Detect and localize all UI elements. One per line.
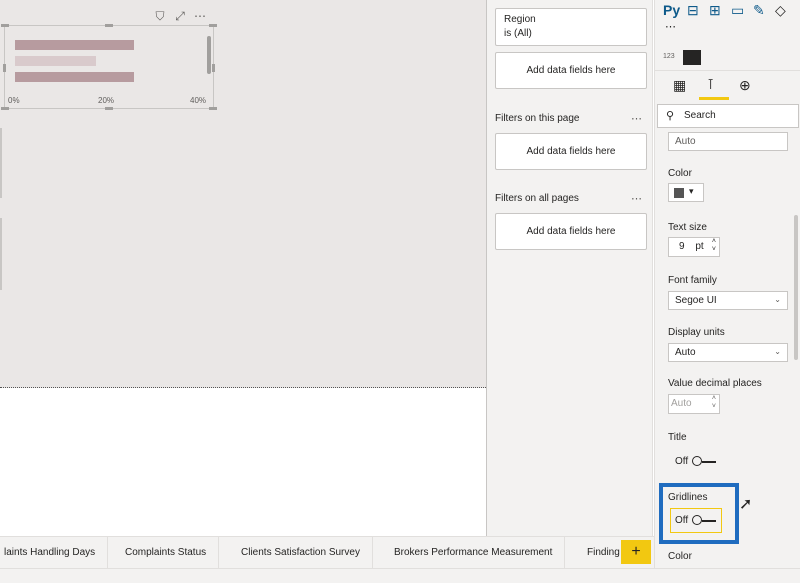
resize-handle[interactable]	[3, 64, 6, 72]
resize-handle[interactable]	[1, 107, 9, 110]
auto-field[interactable]: Auto	[668, 132, 788, 151]
font-family-dropdown[interactable]: Segoe UI ⌄	[668, 291, 788, 310]
tab-complaints-handling-days[interactable]: laints Handling Days	[0, 537, 109, 569]
toggle-switch-icon	[692, 515, 717, 526]
filter-card-region[interactable]: Region is (All)	[495, 8, 647, 46]
more-options-icon[interactable]: ⋯	[631, 112, 642, 125]
text-size-label: Text size	[668, 222, 707, 233]
more-options-icon[interactable]: ⋯	[190, 7, 210, 25]
tab-complaints-status[interactable]: Complaints Status	[113, 537, 220, 569]
add-page-button[interactable]: +	[621, 540, 651, 564]
color-picker[interactable]: ▾	[668, 183, 704, 202]
x-tick-label: 20%	[98, 96, 115, 105]
bar-mark[interactable]	[15, 40, 134, 50]
focus-mode-icon[interactable]: ⤢	[170, 7, 190, 25]
title-toggle[interactable]: Off	[675, 456, 717, 467]
color-swatch	[674, 188, 684, 198]
format-pane-scrollbar[interactable]	[794, 215, 798, 360]
canvas-visual-edge	[0, 218, 2, 290]
fields-tab-icon[interactable]: ▦	[673, 77, 686, 94]
search-icon: ⚲	[666, 110, 675, 122]
stepper-arrows-icon[interactable]: ˄ ˅	[712, 395, 716, 411]
x-tick-label: 40%	[190, 96, 207, 105]
font-family-value: Segoe UI	[675, 295, 717, 306]
tab-clients-satisfaction-survey[interactable]: Clients Satisfaction Survey	[229, 537, 373, 569]
more-options-icon[interactable]: ⋯	[631, 192, 642, 205]
search-input[interactable]: ⚲ Search	[657, 104, 799, 128]
decomposition-tree-icon[interactable]: ⊞	[709, 2, 721, 19]
qa-icon[interactable]: ▭	[731, 2, 744, 19]
status-bar	[0, 568, 800, 583]
gridlines-label: Gridlines	[668, 492, 708, 503]
card-visual-icon[interactable]: 123	[663, 53, 675, 60]
active-tab-indicator	[699, 97, 729, 100]
text-size-value: 9	[679, 241, 685, 252]
page-tabs-bar: laints Handling Days Complaints Status C…	[0, 536, 654, 569]
decimal-places-stepper[interactable]: Auto ˄ ˅	[668, 394, 720, 414]
stepper-arrows-icon[interactable]: ˄ ˅	[712, 238, 716, 254]
filter-field-name: Region	[504, 14, 536, 25]
chevron-down-icon: ⌄	[774, 347, 781, 356]
python-visual-icon[interactable]: Py	[663, 2, 680, 18]
visual-scrollbar[interactable]	[207, 36, 211, 74]
visualizations-pane: Py ⊟ ⊞ ▭ ✎ ◇ ⋯ 123 ▦ ⊺ ⊕ ⚲ Search Auto C…	[654, 0, 800, 583]
canvas-visual-edge	[0, 128, 2, 198]
gridlines-toggle-state: Off	[675, 515, 689, 526]
visual-header: ⛉ ⤢ ⋯	[150, 7, 210, 25]
chevron-down-icon: ▾	[689, 186, 694, 196]
display-units-dropdown[interactable]: Auto ⌄	[668, 343, 788, 362]
toggle-switch-icon	[692, 456, 717, 467]
decimal-places-label: Value decimal places	[668, 378, 762, 389]
display-units-label: Display units	[668, 327, 725, 338]
custom-visual-icon[interactable]	[683, 50, 701, 65]
analytics-tab-icon[interactable]: ⊕	[739, 77, 751, 94]
format-paint-roller-icon[interactable]: ⊺	[707, 76, 714, 93]
text-size-unit: pt	[695, 241, 704, 252]
resize-handle[interactable]	[209, 107, 217, 110]
more-visuals-icon[interactable]: ⋯	[665, 20, 676, 33]
resize-handle[interactable]	[105, 107, 113, 110]
display-units-value: Auto	[675, 347, 696, 358]
title-label: Title	[668, 432, 687, 443]
filters-on-all-pages-header: Filters on all pages	[495, 193, 579, 204]
resize-handle[interactable]	[1, 24, 9, 27]
gridlines-toggle[interactable]: Off	[675, 515, 717, 526]
add-data-fields-page[interactable]: Add data fields here	[495, 133, 647, 170]
font-family-label: Font family	[668, 275, 717, 286]
power-apps-icon[interactable]: ◇	[775, 2, 786, 19]
search-placeholder: Search	[684, 110, 716, 121]
key-influencers-icon[interactable]: ⊟	[687, 2, 699, 19]
bar-chart-visual[interactable]: 0% 20% 40%	[1, 24, 217, 110]
color-label-2: Color	[668, 551, 692, 562]
filter-field-value: is (All)	[504, 28, 532, 39]
tab-brokers-performance-measurement[interactable]: Brokers Performance Measurement	[382, 537, 566, 569]
color-label: Color	[668, 168, 692, 179]
add-data-fields-all[interactable]: Add data fields here	[495, 213, 647, 250]
resize-handle[interactable]	[212, 64, 215, 72]
x-tick-label: 0%	[8, 96, 20, 105]
resize-handle[interactable]	[209, 24, 217, 27]
filter-icon[interactable]: ⛉	[150, 7, 170, 25]
text-size-stepper[interactable]: 9 pt ˄ ˅	[668, 237, 720, 257]
title-toggle-state: Off	[675, 456, 689, 467]
canvas-blank-area	[0, 389, 486, 535]
mouse-cursor-icon: ➚	[739, 496, 753, 513]
bar-mark[interactable]	[15, 56, 96, 66]
filters-pane: Region is (All) Add data fields here Fil…	[486, 0, 653, 540]
bar-mark[interactable]	[15, 72, 134, 82]
divider	[655, 70, 800, 71]
decimal-places-value: Auto	[671, 398, 692, 409]
resize-handle[interactable]	[105, 24, 113, 27]
add-data-fields-visual[interactable]: Add data fields here	[495, 52, 647, 89]
filters-on-page-header: Filters on this page	[495, 113, 580, 124]
chevron-down-icon: ⌄	[774, 295, 781, 304]
smart-narrative-icon[interactable]: ✎	[753, 2, 765, 19]
